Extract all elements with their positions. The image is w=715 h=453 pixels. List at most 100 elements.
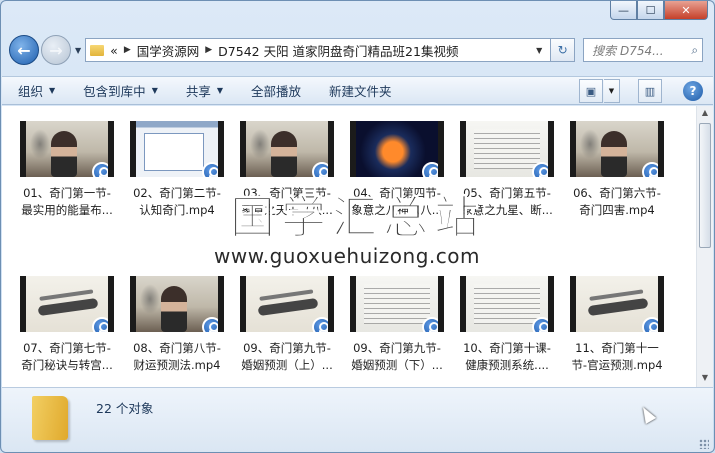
file-item[interactable]: 02、奇门第二节- 认知奇门.mp4	[124, 121, 230, 219]
file-item[interactable]: 01、奇门第一节- 最实用的能量布...	[14, 121, 120, 219]
file-name-line: 婚姻预测（上）...	[241, 358, 333, 372]
file-name-line: 婚姻预测（下）...	[351, 358, 443, 372]
file-name: 09、奇门第九节- 婚姻预测（下）...	[344, 340, 450, 374]
breadcrumb-item[interactable]: D7542 天阳 道家阴盘奇门精品班21集视频	[218, 41, 458, 60]
file-name-line: 奇门四害.mp4	[579, 203, 655, 217]
video-thumbnail	[350, 121, 444, 177]
share-label: 共享	[185, 84, 211, 99]
breadcrumb-item[interactable]: 国学资源网	[137, 41, 200, 60]
caption-buttons: — ☐ ✕	[610, 1, 708, 20]
search-input[interactable]: 搜索 D754... ⌕	[583, 38, 704, 62]
media-player-icon	[422, 162, 438, 177]
explorer-window: — ☐ ✕ ← → ▼ « ▶ 国学资源网 ▶ D7542 天阳 道家阴盘奇门精…	[0, 0, 715, 453]
chevron-down-icon: ▼	[49, 86, 56, 95]
scrollbar-thumb[interactable]	[699, 123, 711, 248]
file-name-line: 09、奇门第九节-	[353, 341, 441, 355]
file-item[interactable]: 09、奇门第九节- 婚姻预测（下）...	[344, 276, 450, 374]
file-name-line: 07、奇门第七节-	[23, 341, 111, 355]
details-pane: 22 个对象	[2, 387, 713, 452]
file-name-line: 奇门秘诀与转宫...	[21, 358, 113, 372]
file-name-line: 09、奇门第九节-	[243, 341, 331, 355]
file-item[interactable]: 11、奇门第十一 节-官运预测.mp4	[564, 276, 670, 374]
help-icon: ?	[689, 84, 697, 98]
search-icon[interactable]: ⌕	[691, 43, 698, 58]
resize-grip-icon[interactable]	[699, 439, 709, 449]
include-in-library-label: 包含到库中	[83, 84, 146, 99]
recent-pages-dropdown[interactable]: ▼	[75, 46, 81, 55]
file-item[interactable]: 09、奇门第九节- 婚姻预测（上）...	[234, 276, 340, 374]
refresh-button[interactable]: ↻	[551, 38, 576, 62]
chevron-down-icon: ▼	[216, 86, 224, 95]
command-bar: 组织 ▼ 包含到库中 ▼ 共享 ▼ 全部播放 新建文件夹 ▣ ▼ ▥ ?	[2, 76, 713, 105]
close-button[interactable]: ✕	[664, 1, 708, 20]
file-name-line: 06、奇门第六节-	[573, 186, 661, 200]
file-name-line: 01、奇门第一节-	[23, 186, 111, 200]
media-player-icon	[642, 317, 658, 332]
video-thumbnail	[570, 121, 664, 177]
file-item[interactable]: 08、奇门第八节- 财运预测法.mp4	[124, 276, 230, 374]
new-folder-button[interactable]: 新建文件夹	[329, 81, 392, 100]
video-thumbnail	[130, 121, 224, 177]
chevron-down-icon: ▼	[608, 87, 615, 95]
media-player-icon	[92, 162, 108, 177]
video-thumbnail	[350, 276, 444, 332]
change-view-button[interactable]: ▣	[579, 79, 603, 103]
file-name: 02、奇门第二节- 认知奇门.mp4	[124, 185, 230, 219]
file-item[interactable]: 10、奇门第十课- 健康预测系统....	[454, 276, 560, 374]
view-icon: ▣	[585, 84, 597, 98]
media-player-icon	[532, 162, 548, 177]
media-player-icon	[422, 317, 438, 332]
navigation-bar: ← → ▼ « ▶ 国学资源网 ▶ D7542 天阳 道家阴盘奇门精品班21集视…	[9, 35, 706, 65]
chevron-right-icon[interactable]: ▶	[124, 45, 131, 55]
scroll-up-icon[interactable]: ▲	[699, 108, 711, 120]
address-bar[interactable]: « ▶ 国学资源网 ▶ D7542 天阳 道家阴盘奇门精品班21集视频 ▼	[85, 38, 552, 62]
file-item[interactable]: 07、奇门第七节- 奇门秘诀与转宫...	[14, 276, 120, 374]
video-thumbnail	[20, 276, 114, 332]
file-name: 09、奇门第九节- 婚姻预测（上）...	[234, 340, 340, 374]
organize-menu[interactable]: 组织 ▼	[18, 81, 55, 100]
organize-label: 组织	[18, 84, 44, 99]
media-player-icon	[92, 317, 108, 332]
file-list-area[interactable]: 01、奇门第一节- 最实用的能量布... 02、奇门第二节- 认知奇门.mp4 03、奇…	[2, 106, 713, 387]
media-player-icon	[312, 162, 328, 177]
file-name: 07、奇门第七节- 奇门秘诀与转宫...	[14, 340, 120, 374]
breadcrumb-overflow[interactable]: «	[110, 43, 118, 58]
media-player-icon	[312, 317, 328, 332]
chevron-right-icon[interactable]: ▶	[205, 45, 212, 55]
forward-button[interactable]: →	[41, 35, 71, 65]
file-name-line: 最实用的能量布...	[21, 203, 113, 217]
object-count: 22 个对象	[96, 401, 154, 416]
file-name: 01、奇门第一节- 最实用的能量布...	[14, 185, 120, 219]
file-item[interactable]: 06、奇门第六节- 奇门四害.mp4	[564, 121, 670, 219]
media-player-icon	[532, 317, 548, 332]
file-name-line: 财运预测法.mp4	[133, 358, 221, 372]
help-button[interactable]: ?	[683, 81, 703, 101]
play-all-button[interactable]: 全部播放	[251, 81, 301, 100]
play-all-label: 全部播放	[251, 84, 302, 99]
video-thumbnail	[570, 276, 664, 332]
minimize-button[interactable]: —	[610, 1, 637, 20]
folder-icon	[32, 396, 68, 440]
preview-pane-button[interactable]: ▥	[638, 79, 662, 103]
scroll-down-icon[interactable]: ▼	[699, 373, 711, 385]
video-thumbnail	[130, 276, 224, 332]
vertical-scrollbar[interactable]: ▲ ▼	[696, 106, 713, 387]
file-name: 11、奇门第十一 节-官运预测.mp4	[564, 340, 670, 374]
chevron-down-icon[interactable]: ▼	[536, 46, 550, 55]
include-in-library-menu[interactable]: 包含到库中 ▼	[83, 81, 158, 100]
file-name-line: 11、奇门第十一	[575, 341, 659, 355]
share-menu[interactable]: 共享 ▼	[186, 81, 223, 100]
file-name: 10、奇门第十课- 健康预测系统....	[454, 340, 560, 374]
search-placeholder: 搜索 D754...	[592, 43, 664, 58]
refresh-icon: ↻	[557, 43, 568, 57]
maximize-button[interactable]: ☐	[637, 1, 664, 20]
preview-pane-icon: ▥	[644, 84, 656, 98]
view-options-dropdown[interactable]: ▼	[604, 79, 620, 103]
back-button[interactable]: ←	[9, 35, 39, 65]
new-folder-label: 新建文件夹	[329, 84, 392, 99]
video-thumbnail	[460, 121, 554, 177]
file-name-line: 10、奇门第十课-	[463, 341, 551, 355]
file-name: 06、奇门第六节- 奇门四害.mp4	[564, 185, 670, 219]
file-name-line: 健康预测系统....	[465, 358, 549, 372]
media-player-icon	[642, 162, 658, 177]
